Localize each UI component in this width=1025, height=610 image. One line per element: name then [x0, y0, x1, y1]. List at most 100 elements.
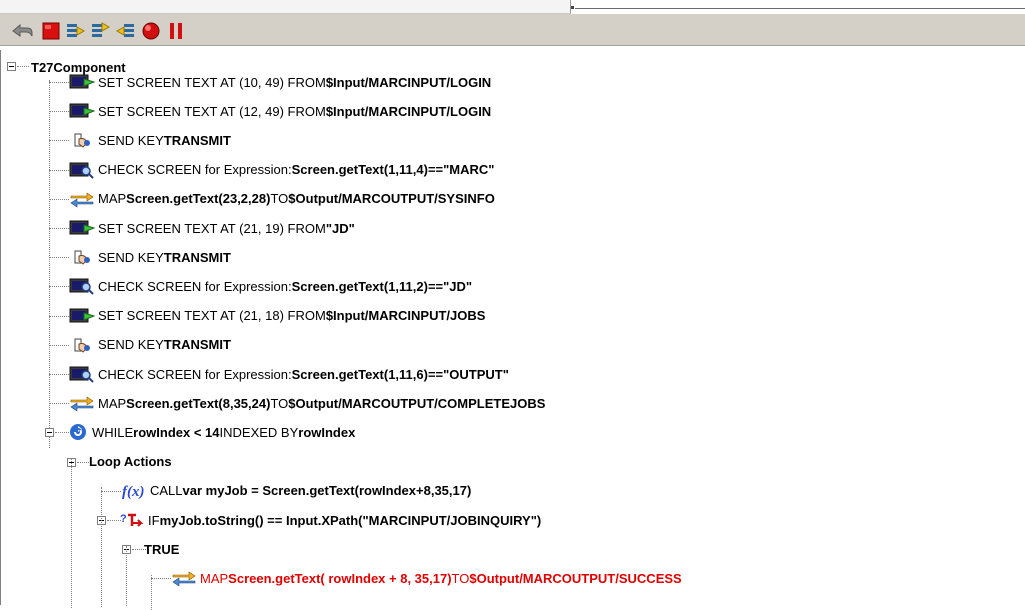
tree-connector [49, 286, 69, 288]
map-action[interactable]: MAP Screen.getText(23,2,28) TO $Output/M… [69, 189, 495, 209]
while-loop-node[interactable]: WHILE rowIndex < 14 INDEXED BY rowIndex [67, 422, 355, 442]
check-screen-icon [69, 277, 95, 296]
action-keyword: MAP [98, 191, 127, 207]
action-value: TRANSMIT [163, 249, 231, 265]
step-out-button[interactable] [115, 21, 137, 41]
record-button[interactable] [140, 21, 162, 41]
tree-connector [151, 578, 171, 580]
back-button[interactable] [11, 21, 33, 41]
action-value: rowIndex < 14 [133, 424, 220, 440]
if-condition-node[interactable]: ? IF myJob.toString() == Input.XPath("MAR… [119, 510, 541, 530]
svg-text:?: ? [120, 513, 127, 525]
action-keyword: TO [270, 191, 289, 207]
tree-connector [49, 198, 69, 200]
action-value: "JD" [325, 220, 355, 236]
action-keyword: CALL [150, 483, 183, 499]
action-keyword: CHECK SCREEN for Expression: [98, 162, 292, 178]
action-keyword: IF [148, 512, 160, 528]
action-value: Screen.getText(1,11,6)=="OUTPUT" [291, 366, 509, 382]
action-keyword: SEND KEY [98, 249, 164, 265]
splitter-dot[interactable] [571, 6, 574, 9]
action-value: myJob.toString() == Input.XPath("MARCINP… [159, 512, 542, 528]
tree-group-node[interactable]: TRUE [144, 539, 179, 559]
set-screen-text-icon [69, 219, 96, 237]
send-key-icon [69, 131, 95, 149]
send-key-icon [69, 336, 95, 354]
send-key-action[interactable]: SEND KEY TRANSMIT [69, 247, 231, 267]
step-into-icon [67, 24, 86, 37]
function-call-icon: f(x) [121, 482, 147, 500]
tree-connector [71, 458, 72, 608]
action-keyword: SET SCREEN TEXT AT (21, 19) FROM [98, 220, 326, 236]
tree-connector [49, 82, 69, 83]
send-key-action[interactable]: SEND KEY TRANSMIT [69, 335, 231, 355]
step-over-icon [92, 22, 111, 37]
action-value: Screen.getText( rowIndex + 8, 35,17) [228, 570, 452, 586]
set-screen-text-action[interactable]: SET SCREEN TEXT AT (12, 49) FROM $Input/… [69, 101, 491, 121]
tree-connector [49, 403, 69, 405]
set-screen-text-action[interactable]: SET SCREEN TEXT AT (21, 19) FROM "JD" [69, 218, 355, 238]
stop-button[interactable] [40, 21, 62, 41]
action-value: Screen.getText(8,35,24) [126, 395, 271, 411]
action-keyword: SEND KEY [98, 132, 164, 148]
action-keyword: SET SCREEN TEXT AT (21, 18) FROM [98, 308, 326, 324]
action-keyword: CHECK SCREEN for Expression: [98, 366, 292, 382]
action-keyword: SET SCREEN TEXT AT (12, 49) FROM [98, 103, 326, 119]
action-value: Screen.getText(1,11,2)=="JD" [291, 278, 473, 294]
check-screen-icon [69, 365, 95, 383]
map-action[interactable]: MAP Screen.getText(8,35,24) TO $Output/M… [69, 393, 545, 413]
back-icon [12, 23, 33, 37]
action-value: $Input/MARCINPUT/LOGIN [325, 74, 492, 90]
tree-group-node[interactable]: Loop Actions [89, 452, 172, 472]
set-screen-text-action[interactable]: SET SCREEN TEXT AT (10, 49) FROM $Input/… [69, 72, 491, 92]
action-value: $Output/MARCOUTPUT/SYSINFO [288, 191, 495, 207]
root-collapse-toggle[interactable] [7, 62, 16, 71]
tree-connector [49, 228, 69, 229]
action-value: $Output/MARCOUTPUT/SUCCESS [469, 570, 682, 586]
action-value: TRUE [144, 541, 180, 557]
action-tree: T27Component SET SCREEN TEXT AT (10, 49)… [0, 50, 1025, 610]
top-strip [0, 0, 1025, 14]
step-into-button[interactable] [65, 21, 87, 41]
tree-connector [49, 374, 69, 375]
check-screen-action[interactable]: CHECK SCREEN for Expression: Screen.getT… [69, 276, 472, 296]
action-value: $Input/MARCINPUT/LOGIN [325, 103, 492, 119]
tree-connector [49, 80, 50, 448]
set-screen-text-icon [69, 102, 96, 120]
collapse-toggle[interactable] [45, 428, 54, 438]
map-icon [69, 394, 95, 412]
panel-edge [0, 0, 571, 14]
action-value: var myJob = Screen.getText(rowIndex+8,35… [182, 483, 472, 499]
tree-connector [49, 169, 69, 171]
map-icon [69, 190, 95, 208]
while-loop-icon [67, 422, 89, 442]
svg-text:f(x): f(x) [122, 484, 145, 500]
check-screen-action[interactable]: CHECK SCREEN for Expression: Screen.getT… [69, 364, 509, 384]
action-value: Screen.getText(23,2,28) [126, 191, 271, 207]
action-keyword: TO [451, 570, 470, 586]
action-keyword: MAP [200, 570, 229, 586]
action-value: Loop Actions [89, 454, 172, 470]
set-screen-text-icon [69, 73, 96, 91]
action-value: TRANSMIT [163, 337, 231, 353]
pause-button[interactable] [165, 21, 187, 41]
action-keyword: WHILE [92, 424, 134, 440]
tree-connector [49, 257, 69, 259]
tree-connector [17, 66, 29, 67]
send-key-action[interactable]: SEND KEY TRANSMIT [69, 130, 231, 150]
action-value: TRANSMIT [163, 132, 231, 148]
tree-connector [49, 344, 69, 346]
action-keyword: CHECK SCREEN for Expression: [98, 278, 292, 294]
map-icon [171, 569, 197, 587]
record-icon [142, 22, 160, 40]
set-screen-text-icon [69, 307, 96, 325]
map-action[interactable]: MAP Screen.getText( rowIndex + 8, 35,17)… [171, 568, 682, 588]
if-condition-icon: ? [119, 511, 145, 529]
check-screen-icon [69, 161, 95, 179]
call-function-action[interactable]: f(x) CALL var myJob = Screen.getText(rowI… [121, 481, 471, 501]
step-over-button[interactable] [90, 21, 112, 41]
set-screen-text-action[interactable]: SET SCREEN TEXT AT (21, 18) FROM $Input/… [69, 306, 485, 326]
tree-connector [101, 490, 121, 492]
check-screen-action[interactable]: CHECK SCREEN for Expression: Screen.getT… [69, 160, 494, 180]
tree-connector [49, 111, 69, 113]
